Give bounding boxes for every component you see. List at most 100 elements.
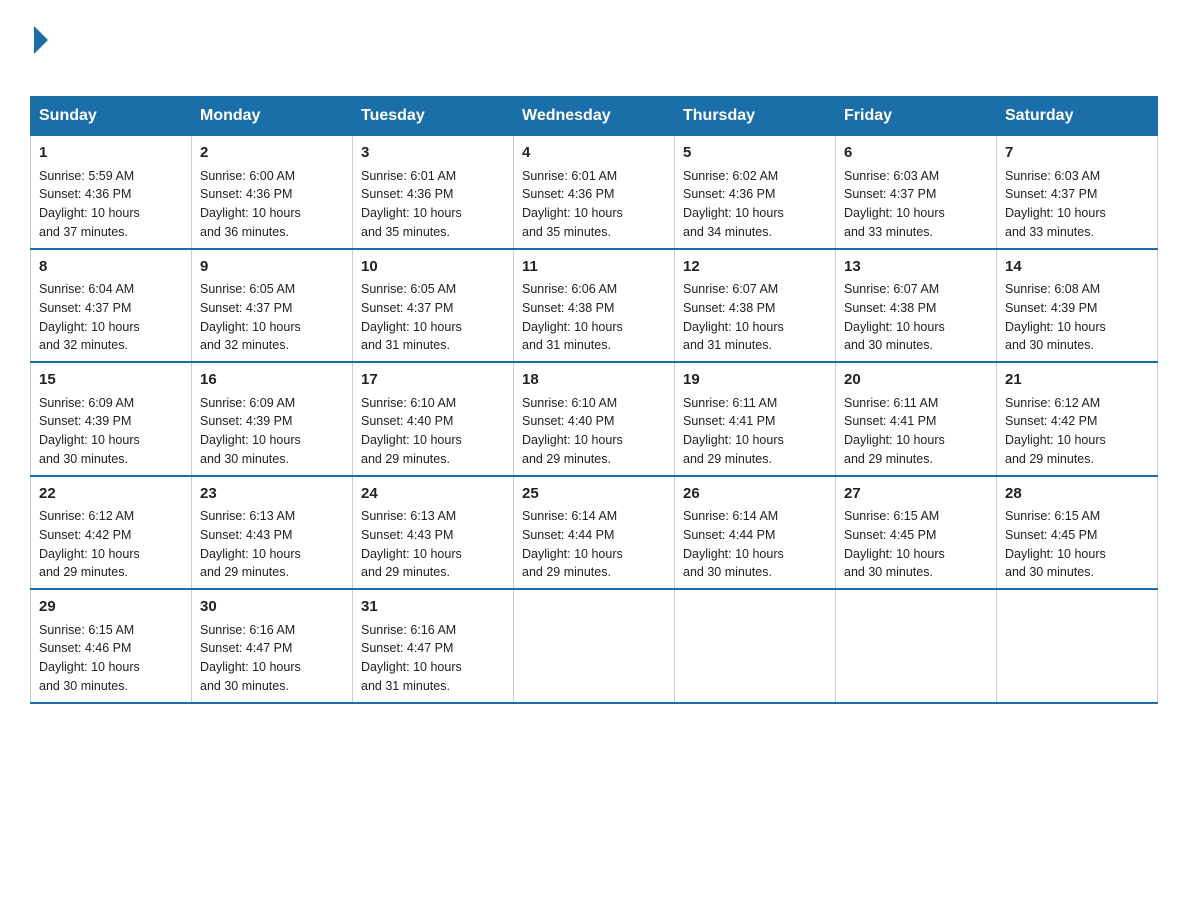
calendar-cell (997, 589, 1158, 703)
day-number: 22 (39, 483, 183, 506)
calendar-cell: 20 Sunrise: 6:11 AM Sunset: 4:41 PM Dayl… (836, 362, 997, 476)
logo (30, 30, 48, 86)
calendar-cell: 23 Sunrise: 6:13 AM Sunset: 4:43 PM Dayl… (192, 476, 353, 590)
day-number: 23 (200, 483, 344, 506)
day-number: 16 (200, 369, 344, 392)
day-number: 15 (39, 369, 183, 392)
day-number: 17 (361, 369, 505, 392)
week-row-4: 22 Sunrise: 6:12 AM Sunset: 4:42 PM Dayl… (31, 476, 1158, 590)
day-number: 20 (844, 369, 988, 392)
day-of-week-sunday: Sunday (31, 97, 192, 136)
day-info: Sunrise: 6:01 AM Sunset: 4:36 PM Dayligh… (361, 167, 505, 242)
day-info: Sunrise: 6:05 AM Sunset: 4:37 PM Dayligh… (200, 280, 344, 355)
day-info: Sunrise: 5:59 AM Sunset: 4:36 PM Dayligh… (39, 167, 183, 242)
day-info: Sunrise: 6:00 AM Sunset: 4:36 PM Dayligh… (200, 167, 344, 242)
day-number: 28 (1005, 483, 1149, 506)
calendar-cell: 3 Sunrise: 6:01 AM Sunset: 4:36 PM Dayli… (353, 136, 514, 249)
day-number: 11 (522, 256, 666, 279)
calendar-cell: 13 Sunrise: 6:07 AM Sunset: 4:38 PM Dayl… (836, 249, 997, 363)
calendar-cell: 11 Sunrise: 6:06 AM Sunset: 4:38 PM Dayl… (514, 249, 675, 363)
calendar-cell: 9 Sunrise: 6:05 AM Sunset: 4:37 PM Dayli… (192, 249, 353, 363)
day-info: Sunrise: 6:01 AM Sunset: 4:36 PM Dayligh… (522, 167, 666, 242)
day-number: 6 (844, 142, 988, 165)
day-info: Sunrise: 6:05 AM Sunset: 4:37 PM Dayligh… (361, 280, 505, 355)
logo-general (30, 30, 48, 54)
calendar-cell: 28 Sunrise: 6:15 AM Sunset: 4:45 PM Dayl… (997, 476, 1158, 590)
day-number: 9 (200, 256, 344, 279)
calendar-cell: 10 Sunrise: 6:05 AM Sunset: 4:37 PM Dayl… (353, 249, 514, 363)
calendar-cell: 12 Sunrise: 6:07 AM Sunset: 4:38 PM Dayl… (675, 249, 836, 363)
day-number: 14 (1005, 256, 1149, 279)
week-row-5: 29 Sunrise: 6:15 AM Sunset: 4:46 PM Dayl… (31, 589, 1158, 703)
calendar-cell (514, 589, 675, 703)
calendar-cell: 22 Sunrise: 6:12 AM Sunset: 4:42 PM Dayl… (31, 476, 192, 590)
day-number: 3 (361, 142, 505, 165)
day-of-week-monday: Monday (192, 97, 353, 136)
day-info: Sunrise: 6:15 AM Sunset: 4:45 PM Dayligh… (1005, 507, 1149, 582)
calendar-cell: 31 Sunrise: 6:16 AM Sunset: 4:47 PM Dayl… (353, 589, 514, 703)
calendar-cell: 26 Sunrise: 6:14 AM Sunset: 4:44 PM Dayl… (675, 476, 836, 590)
page-header (30, 20, 1158, 86)
calendar-body: 1 Sunrise: 5:59 AM Sunset: 4:36 PM Dayli… (31, 136, 1158, 703)
day-number: 27 (844, 483, 988, 506)
calendar-cell: 17 Sunrise: 6:10 AM Sunset: 4:40 PM Dayl… (353, 362, 514, 476)
calendar-cell: 19 Sunrise: 6:11 AM Sunset: 4:41 PM Dayl… (675, 362, 836, 476)
day-number: 18 (522, 369, 666, 392)
day-info: Sunrise: 6:14 AM Sunset: 4:44 PM Dayligh… (683, 507, 827, 582)
day-info: Sunrise: 6:07 AM Sunset: 4:38 PM Dayligh… (844, 280, 988, 355)
week-row-2: 8 Sunrise: 6:04 AM Sunset: 4:37 PM Dayli… (31, 249, 1158, 363)
calendar-table: SundayMondayTuesdayWednesdayThursdayFrid… (30, 96, 1158, 704)
day-of-week-tuesday: Tuesday (353, 97, 514, 136)
calendar-cell: 7 Sunrise: 6:03 AM Sunset: 4:37 PM Dayli… (997, 136, 1158, 249)
day-number: 13 (844, 256, 988, 279)
calendar-cell (675, 589, 836, 703)
day-info: Sunrise: 6:09 AM Sunset: 4:39 PM Dayligh… (39, 394, 183, 469)
day-info: Sunrise: 6:08 AM Sunset: 4:39 PM Dayligh… (1005, 280, 1149, 355)
day-info: Sunrise: 6:16 AM Sunset: 4:47 PM Dayligh… (200, 621, 344, 696)
day-info: Sunrise: 6:09 AM Sunset: 4:39 PM Dayligh… (200, 394, 344, 469)
day-of-week-saturday: Saturday (997, 97, 1158, 136)
calendar-cell: 4 Sunrise: 6:01 AM Sunset: 4:36 PM Dayli… (514, 136, 675, 249)
day-info: Sunrise: 6:11 AM Sunset: 4:41 PM Dayligh… (683, 394, 827, 469)
day-of-week-thursday: Thursday (675, 97, 836, 136)
day-number: 19 (683, 369, 827, 392)
day-info: Sunrise: 6:07 AM Sunset: 4:38 PM Dayligh… (683, 280, 827, 355)
week-row-1: 1 Sunrise: 5:59 AM Sunset: 4:36 PM Dayli… (31, 136, 1158, 249)
days-of-week-row: SundayMondayTuesdayWednesdayThursdayFrid… (31, 97, 1158, 136)
calendar-cell: 5 Sunrise: 6:02 AM Sunset: 4:36 PM Dayli… (675, 136, 836, 249)
day-info: Sunrise: 6:04 AM Sunset: 4:37 PM Dayligh… (39, 280, 183, 355)
day-info: Sunrise: 6:02 AM Sunset: 4:36 PM Dayligh… (683, 167, 827, 242)
calendar-cell: 15 Sunrise: 6:09 AM Sunset: 4:39 PM Dayl… (31, 362, 192, 476)
day-number: 5 (683, 142, 827, 165)
day-info: Sunrise: 6:11 AM Sunset: 4:41 PM Dayligh… (844, 394, 988, 469)
day-info: Sunrise: 6:16 AM Sunset: 4:47 PM Dayligh… (361, 621, 505, 696)
logo-arrow-icon (34, 26, 48, 54)
calendar-cell: 27 Sunrise: 6:15 AM Sunset: 4:45 PM Dayl… (836, 476, 997, 590)
day-number: 31 (361, 596, 505, 619)
calendar-cell: 30 Sunrise: 6:16 AM Sunset: 4:47 PM Dayl… (192, 589, 353, 703)
day-number: 7 (1005, 142, 1149, 165)
day-number: 24 (361, 483, 505, 506)
day-info: Sunrise: 6:12 AM Sunset: 4:42 PM Dayligh… (1005, 394, 1149, 469)
calendar-cell: 16 Sunrise: 6:09 AM Sunset: 4:39 PM Dayl… (192, 362, 353, 476)
logo-blue-text (30, 54, 34, 86)
day-info: Sunrise: 6:13 AM Sunset: 4:43 PM Dayligh… (200, 507, 344, 582)
day-of-week-friday: Friday (836, 97, 997, 136)
day-number: 4 (522, 142, 666, 165)
calendar-cell: 25 Sunrise: 6:14 AM Sunset: 4:44 PM Dayl… (514, 476, 675, 590)
day-info: Sunrise: 6:12 AM Sunset: 4:42 PM Dayligh… (39, 507, 183, 582)
week-row-3: 15 Sunrise: 6:09 AM Sunset: 4:39 PM Dayl… (31, 362, 1158, 476)
calendar-cell: 24 Sunrise: 6:13 AM Sunset: 4:43 PM Dayl… (353, 476, 514, 590)
calendar-cell: 21 Sunrise: 6:12 AM Sunset: 4:42 PM Dayl… (997, 362, 1158, 476)
calendar-header: SundayMondayTuesdayWednesdayThursdayFrid… (31, 97, 1158, 136)
day-number: 29 (39, 596, 183, 619)
day-info: Sunrise: 6:13 AM Sunset: 4:43 PM Dayligh… (361, 507, 505, 582)
day-info: Sunrise: 6:03 AM Sunset: 4:37 PM Dayligh… (1005, 167, 1149, 242)
day-number: 8 (39, 256, 183, 279)
calendar-cell: 2 Sunrise: 6:00 AM Sunset: 4:36 PM Dayli… (192, 136, 353, 249)
calendar-cell: 18 Sunrise: 6:10 AM Sunset: 4:40 PM Dayl… (514, 362, 675, 476)
day-number: 2 (200, 142, 344, 165)
day-number: 30 (200, 596, 344, 619)
day-number: 25 (522, 483, 666, 506)
day-of-week-wednesday: Wednesday (514, 97, 675, 136)
